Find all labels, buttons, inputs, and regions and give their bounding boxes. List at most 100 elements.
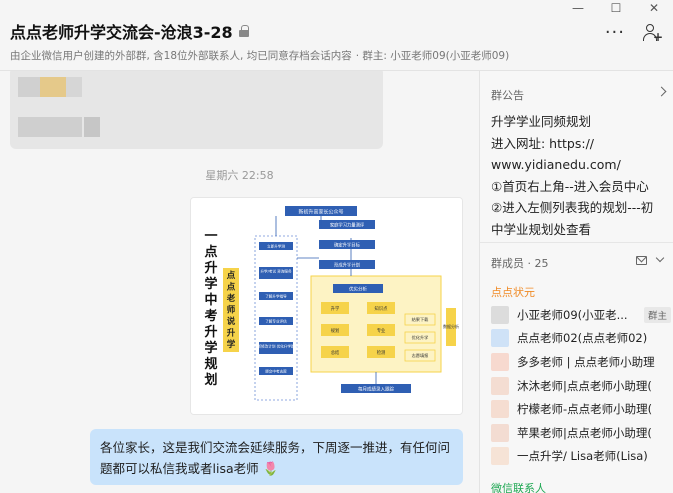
group-info-sidebar: 群公告 升学学业同频规划 进入网址: https:// www.yidianed… xyxy=(479,71,673,493)
vertical-title-char: 规 xyxy=(204,357,217,372)
vertical-tag-char: 升 xyxy=(227,328,236,339)
minimize-button[interactable]: — xyxy=(559,0,597,16)
notice-title[interactable]: 群公告 xyxy=(491,87,524,103)
left-step-label: 立即升学测 xyxy=(267,244,285,249)
vertical-tag: 点点老师说升学 xyxy=(226,270,236,350)
panel-item-label: 专业 xyxy=(377,327,386,334)
right-item-label: 结果下载 xyxy=(412,316,430,323)
member-name: 苹果老师|点点老师小助理( xyxy=(517,425,652,440)
center-step-label: 形成升学计划 xyxy=(334,261,360,268)
member-item[interactable]: 点点老师02(点点老师02) xyxy=(491,327,671,351)
left-step-label: 升学/考试 咨询服务 xyxy=(260,269,292,274)
member-item[interactable]: 苹果老师|点点老师小助理( xyxy=(491,421,671,445)
vertical-tag-char: 学 xyxy=(227,339,236,350)
right-item-label: 志愿填报 xyxy=(412,352,430,359)
chat-area[interactable]: 星期六 22:58 一点升学中考升学规划 点点老师说升学 新初升高家长公众号 立… xyxy=(0,71,479,493)
group-owner[interactable]: · 群主: 小亚老师09(小亚老师09) xyxy=(356,50,509,62)
title-bar: — ☐ ✕ 点点老师升学交流会-沧浪3-28 ··· + 由企业微信用户创建的外… xyxy=(0,0,673,68)
member-name: 小亚老师09(小亚老... xyxy=(517,307,628,322)
avatar xyxy=(491,447,509,466)
owner-badge: 群主 xyxy=(643,306,671,323)
avatar xyxy=(491,423,509,442)
notice-line: 升学学业同频规划 xyxy=(491,114,592,129)
right-item-label: 优化升学 xyxy=(412,334,429,341)
close-button[interactable]: ✕ xyxy=(635,0,673,16)
window-controls: — ☐ ✕ xyxy=(559,0,673,16)
avatar xyxy=(491,376,509,395)
chevron-right-icon[interactable] xyxy=(656,86,667,97)
avatar xyxy=(491,400,509,419)
add-user-icon[interactable]: + xyxy=(643,24,663,44)
maximize-button[interactable]: ☐ xyxy=(597,0,635,16)
chevron-down-icon[interactable] xyxy=(655,253,665,263)
vertical-title-char: 考 xyxy=(204,308,217,324)
left-step-label: 了解升学指导 xyxy=(265,294,287,299)
vertical-tag-char: 说 xyxy=(227,316,236,327)
blur-block xyxy=(18,117,82,137)
members-title[interactable]: 群成员 · 25 xyxy=(491,255,549,271)
member-name: 沐沐老师|点点老师小助理( xyxy=(517,378,652,393)
left-step-label: 提交中考志愿 xyxy=(265,369,287,374)
left-step-label: 了解专业评估 xyxy=(265,319,287,324)
member-group-label: 点点状元 xyxy=(491,286,535,299)
member-item[interactable]: 柠檬老师-点点老师小助理( xyxy=(491,397,671,421)
blur-block xyxy=(84,117,100,137)
chat-subtitle: 由企业微信用户创建的外部群, 含18位外部联系人, 均已同意存档会话内容 · 群主… xyxy=(10,48,509,63)
vertical-title-char: 升 xyxy=(204,260,217,276)
member-name: 柠檬老师-点点老师小助理( xyxy=(517,402,653,417)
mail-icon[interactable] xyxy=(636,256,647,265)
right-items: 结果下载优化升学志愿填报 xyxy=(404,313,436,362)
member-item[interactable]: 沐沐老师|点点老师小助理( xyxy=(491,374,671,398)
blurred-message[interactable] xyxy=(10,71,383,149)
panel-title: 优劣分析 xyxy=(349,286,367,293)
member-name: 点点老师02(点点老师02) xyxy=(517,331,648,346)
notice-content: 升学学业同频规划 进入网址: https:// www.yidianedu.co… xyxy=(491,111,671,240)
avatar xyxy=(491,305,509,324)
top-box-label: 新初升高家长公众号 xyxy=(298,209,343,216)
side-label: 数据分析 xyxy=(443,323,459,329)
avatar xyxy=(491,329,509,348)
add-user-icon-plus: + xyxy=(652,30,663,44)
vertical-title-char: 一 xyxy=(204,229,217,244)
header-actions: ··· + xyxy=(605,24,663,44)
image-message[interactable]: 一点升学中考升学规划 点点老师说升学 新初升高家长公众号 立即升学测 升学/考试 … xyxy=(190,197,463,415)
notice-line: ①首页右上角--进入会员中心 xyxy=(491,178,649,194)
center-steps: 家庭学习力量测评确定升学目标形成升学计划 xyxy=(319,220,375,269)
notice-line: ②进入左侧列表我的规划---初 xyxy=(491,200,654,215)
member-item[interactable]: 一点升学/ Lisa老师(Lisa) xyxy=(491,445,671,469)
member-name: 一点升学/ Lisa老师(Lisa) xyxy=(517,449,648,464)
vertical-title-char: 中 xyxy=(204,292,217,308)
more-icon[interactable]: ··· xyxy=(605,24,625,42)
vertical-title-char: 划 xyxy=(204,372,217,388)
member-list: 小亚老师09(小亚老... 群主点点老师02(点点老师02) 多多老师 | 点点老师… xyxy=(491,303,671,468)
vertical-title-char: 学 xyxy=(204,276,217,292)
blur-block xyxy=(66,77,82,97)
group-description: 由企业微信用户创建的外部群, 含18位外部联系人, 均已同意存档会话内容 xyxy=(10,50,352,62)
vertical-tag-char: 老 xyxy=(226,293,236,304)
message-timestamp: 星期六 22:58 xyxy=(205,169,274,182)
blur-block xyxy=(18,77,40,97)
blur-block xyxy=(40,77,66,97)
vertical-title: 一点升学中考升学规划 xyxy=(204,229,217,388)
center-step-label: 家庭学习力量测评 xyxy=(330,221,365,228)
lock-icon xyxy=(238,25,249,37)
my-message-bubble[interactable]: 各位家长，这是我们交流会延续服务，下周逐一推进，有任何问题都可以私信我或者lis… xyxy=(90,429,463,485)
member-item[interactable]: 多多老师 | 点点老师小助理 xyxy=(491,350,671,374)
tulip-icon: 🌷 xyxy=(262,462,279,477)
sidebar-divider xyxy=(480,242,673,243)
notice-line: www.yidianedu.com/ xyxy=(491,157,621,172)
center-step-label: 确定升学目标 xyxy=(334,241,360,248)
vertical-title-char: 学 xyxy=(204,340,217,356)
vertical-tag-char: 点 xyxy=(227,270,236,281)
wechat-contacts-title[interactable]: 微信联系人 xyxy=(491,480,546,493)
panel-item-label: 总结 xyxy=(331,349,340,356)
panel-item-label: 规划 xyxy=(331,327,340,334)
bottom-box-label: 每月成绩录入跟踪 xyxy=(358,386,394,393)
chat-title-text: 点点老师升学交流会-沧浪3-28 xyxy=(10,23,233,42)
notice-line: 进入网址: https:// xyxy=(491,135,594,151)
member-item[interactable]: 小亚老师09(小亚老... 群主 xyxy=(491,303,671,327)
chat-title[interactable]: 点点老师升学交流会-沧浪3-28 xyxy=(10,19,249,43)
flowchart-image: 一点升学中考升学规划 点点老师说升学 新初升高家长公众号 立即升学测升学/考试 … xyxy=(191,198,462,414)
vertical-title-char: 升 xyxy=(204,324,217,340)
member-name: 多多老师 | 点点老师小助理 xyxy=(517,354,655,369)
